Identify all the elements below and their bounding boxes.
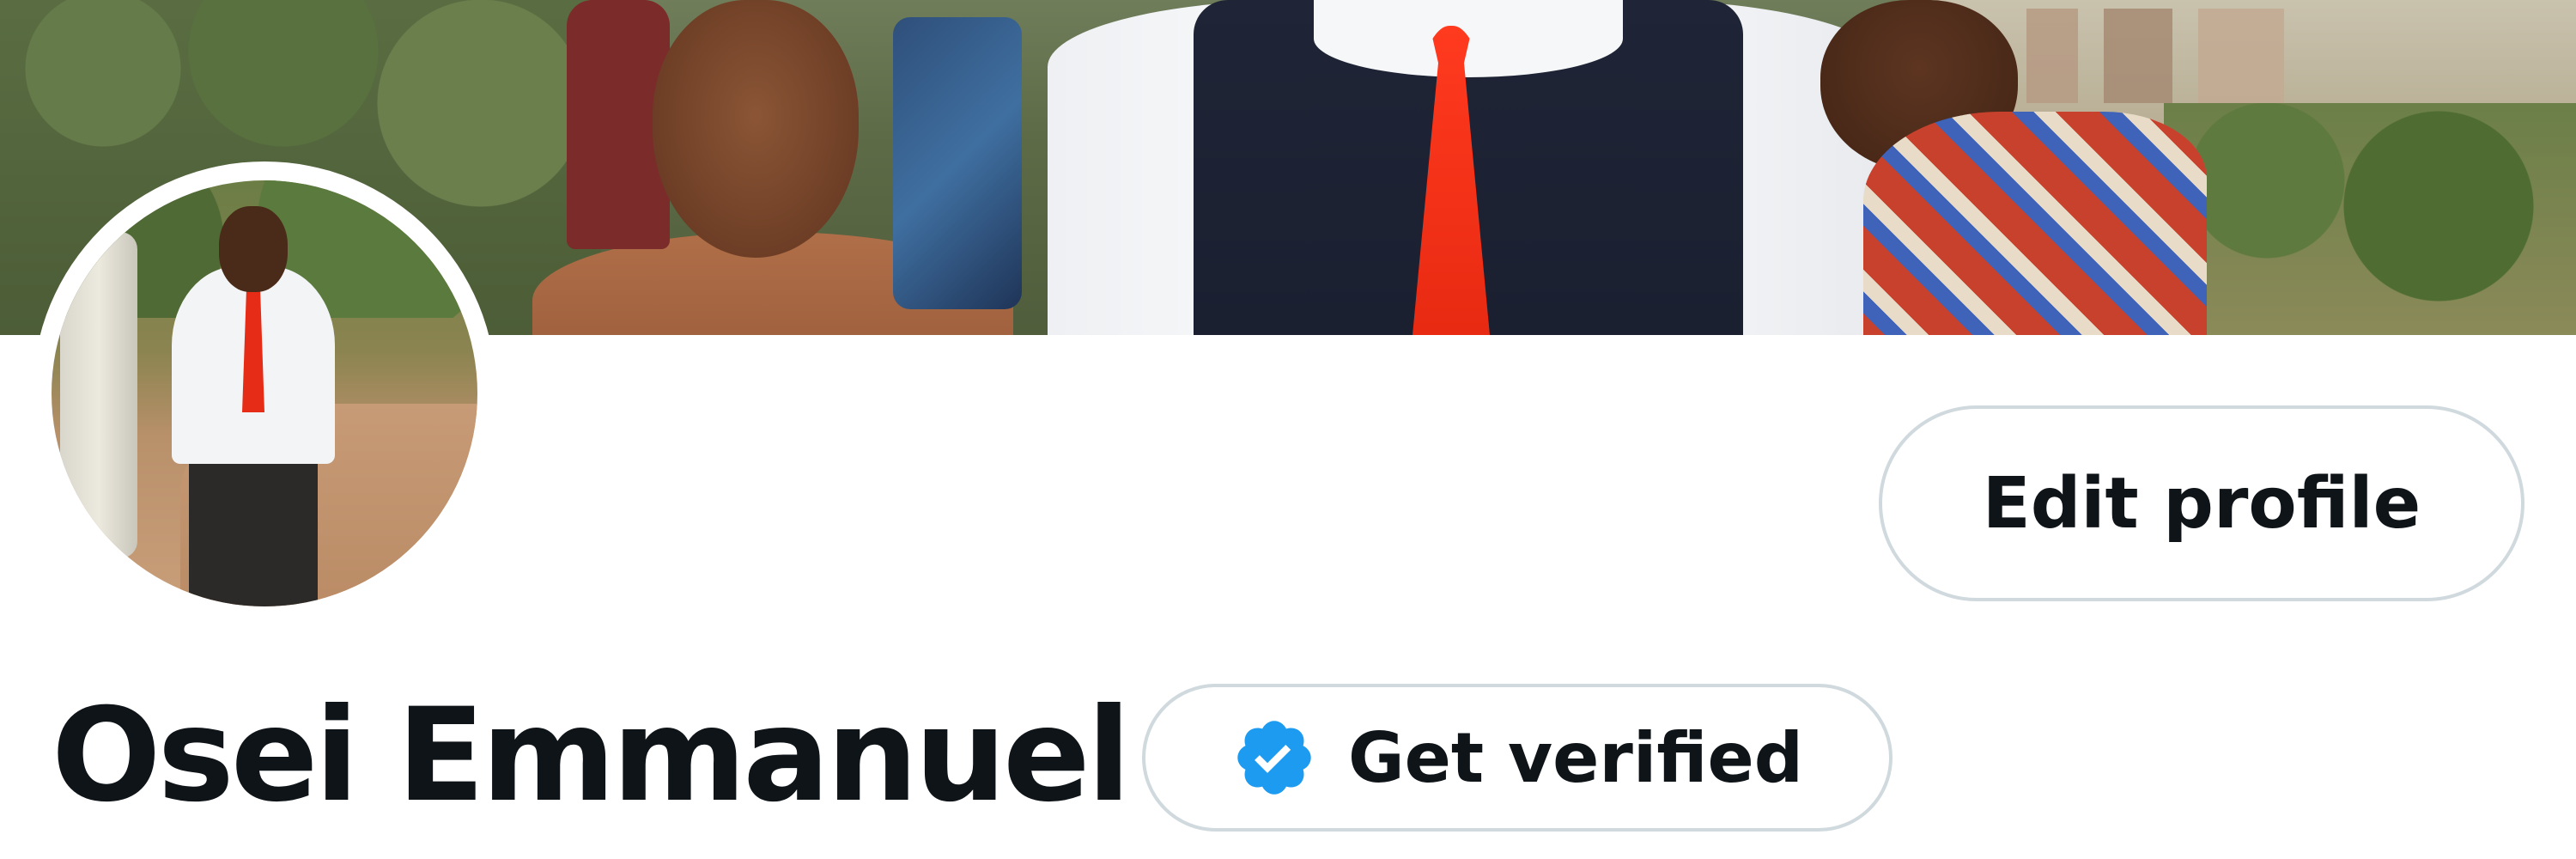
banner-blue-garment	[893, 17, 1022, 309]
banner-woman-face	[653, 0, 859, 258]
banner-buildings	[2026, 9, 2284, 103]
avatar-person-pants	[189, 455, 318, 606]
banner-right-person-shirt	[1863, 112, 2207, 335]
avatar-tree-trunk	[60, 232, 137, 558]
get-verified-label: Get verified	[1347, 717, 1804, 798]
avatar-photo	[52, 180, 477, 606]
banner-trees-right	[2164, 103, 2576, 335]
profile-display-name: Osei Emmanuel	[52, 681, 1131, 831]
avatar-person-head	[219, 206, 288, 292]
avatar[interactable]	[33, 161, 496, 625]
verified-badge-icon	[1231, 715, 1317, 801]
get-verified-button[interactable]: Get verified	[1142, 684, 1893, 832]
edit-profile-button[interactable]: Edit profile	[1879, 405, 2524, 601]
